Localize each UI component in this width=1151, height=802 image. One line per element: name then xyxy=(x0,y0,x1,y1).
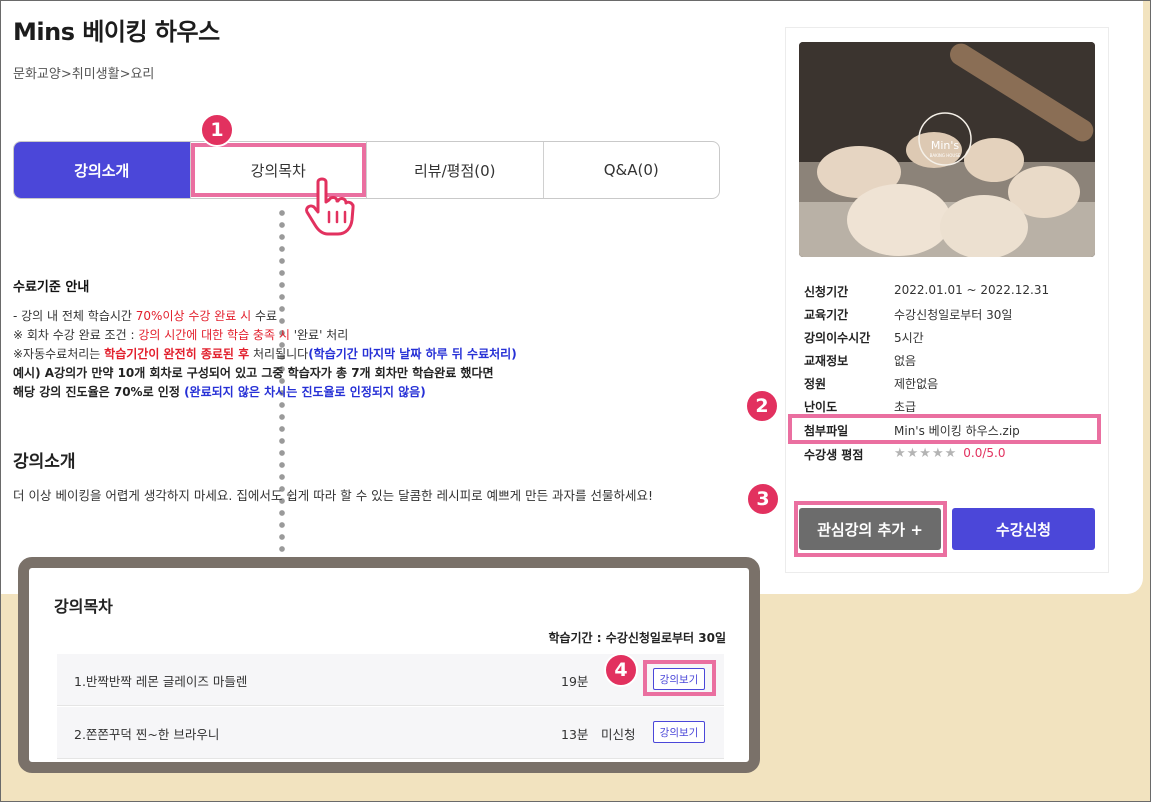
attachment-file-link[interactable]: Min's 베이킹 하우스.zip xyxy=(894,422,1020,439)
lesson-status: 미신청 xyxy=(601,727,636,742)
criteria-line-2: ※ 회차 수강 완료 조건 : 강의 시간에 대한 학습 충족 시 '완료' 처… xyxy=(13,328,349,342)
completion-criteria-text: - 강의 내 전체 학습시간 70%이상 수강 완료 시 수료 ※ 회차 수강 … xyxy=(13,307,517,402)
tab-qna[interactable]: Q&A(0) xyxy=(544,142,720,198)
pointer-hand-icon xyxy=(302,176,360,242)
curriculum-popup: 강의목차 학습기간 : 수강신청일로부터 30일 1.반짝반짝 레몬 글레이즈 … xyxy=(18,557,760,773)
rating-stars-icon: ★★★★★ xyxy=(894,446,958,461)
lesson-duration: 19분 xyxy=(561,674,589,689)
lesson-duration: 13분 xyxy=(561,727,589,742)
thumbnail-logo-sub: BAKING HOUSE xyxy=(930,153,961,158)
watch-lesson-button[interactable]: 강의보기 xyxy=(653,668,705,690)
criteria-line-5: 해당 강의 진도율은 70%로 인정 (완료되지 않은 차시는 진도율로 인정되… xyxy=(13,385,426,399)
watch-lesson-button[interactable]: 강의보기 xyxy=(653,721,705,743)
step-badge-3: 3 xyxy=(746,482,780,516)
tab-reviews[interactable]: 리뷰/평점(0) xyxy=(367,142,544,198)
intro-text: 더 이상 베이킹을 어렵게 생각하지 마세요. 집에서도 쉽게 따라 할 수 있… xyxy=(13,488,654,503)
page-title: Mins 베이킹 하우스 xyxy=(13,18,220,46)
criteria-line-3: ※자동수료처리는 학습기간이 완전히 종료된 후 처리됩니다(학습기간 마지막 … xyxy=(13,347,517,361)
criteria-line-4: 예시) A강의가 만약 10개 회차로 구성되어 있고 그중 학습자가 총 7개… xyxy=(13,366,494,380)
rating-value: 0.0/5.0 xyxy=(963,446,1006,460)
step-badge-2: 2 xyxy=(745,389,779,423)
step-badge-4: 4 xyxy=(604,653,638,687)
lesson-name: 2.쫀쫀꾸덕 찐~한 브라우니 xyxy=(74,727,220,742)
curriculum-title: 강의목차 xyxy=(54,597,113,616)
completion-criteria-heading: 수료기준 안내 xyxy=(13,280,90,295)
criteria-line-1: - 강의 내 전체 학습시간 70%이상 수강 완료 시 수료 xyxy=(13,309,278,323)
curriculum-period: 학습기간 : 수강신청일로부터 30일 xyxy=(548,631,726,645)
tab-bar: 강의소개 강의목차 리뷰/평점(0) Q&A(0) xyxy=(13,141,720,199)
breadcrumb: 문화교양>취미생활>요리 xyxy=(13,67,155,82)
curriculum-row: 2.쫀쫀꾸덕 찐~한 브라우니 13분 미신청 강의보기 xyxy=(57,707,724,759)
tab-intro[interactable]: 강의소개 xyxy=(14,142,191,198)
add-interest-button[interactable]: 관심강의 추가 + xyxy=(799,508,941,550)
thumbnail-logo: Min's xyxy=(931,139,960,152)
intro-title: 강의소개 xyxy=(13,452,76,472)
lesson-name: 1.반짝반짝 레몬 글레이즈 마들렌 xyxy=(74,674,248,689)
step-badge-1: 1 xyxy=(200,113,234,147)
enroll-button[interactable]: 수강신청 xyxy=(952,508,1095,550)
course-thumbnail: Min's BAKING HOUSE xyxy=(799,42,1095,257)
